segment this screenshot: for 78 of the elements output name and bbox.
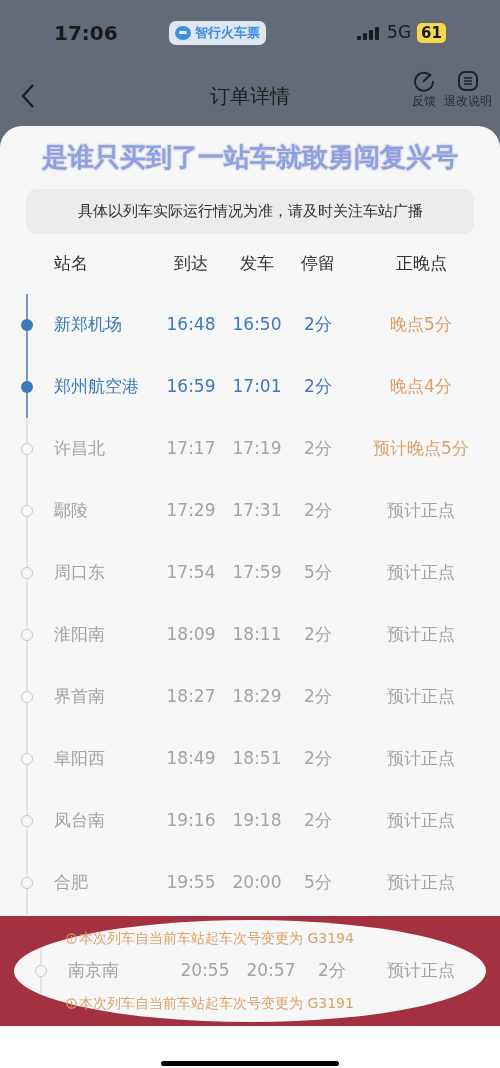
arrival-time: 18:27 — [165, 684, 217, 708]
sticker-caption: 是谁只买到了一站车就敢勇闯复兴号 — [42, 141, 458, 174]
station-name: 南京南 — [68, 958, 120, 982]
station-name: 淮阳南 — [54, 622, 106, 646]
edit-circle-icon — [413, 70, 435, 92]
departure-time: 17:59 — [231, 560, 283, 584]
arrival-time: 19:16 — [165, 808, 217, 832]
departure-time: 17:19 — [231, 436, 283, 460]
notice-banner: 具体以列车实际运行情况为准，请及时关注车站广播 — [26, 189, 474, 234]
departure-time: 17:01 — [231, 374, 283, 398]
feedback-button[interactable]: 反馈 — [412, 70, 436, 110]
departure-time: 20:57 — [245, 958, 297, 982]
document-icon — [457, 70, 479, 92]
info-icon — [66, 932, 77, 944]
arrival-time: 18:09 — [165, 622, 217, 646]
departure-time: 17:31 — [231, 498, 283, 522]
column-header: 停留 — [300, 251, 336, 275]
stop-duration: 2分 — [303, 622, 333, 646]
station-name: 郑州航空港 — [54, 374, 140, 398]
stop-duration: 2分 — [303, 312, 333, 336]
arrival-time: 18:49 — [165, 746, 217, 770]
departure-time: 16:50 — [231, 312, 283, 336]
clock: 17:06 — [54, 20, 118, 47]
delay-status: 预计正点 — [386, 746, 456, 770]
delay-status: 预计晚点5分 — [372, 436, 470, 460]
column-header: 发车 — [239, 251, 275, 275]
delay-status: 预计正点 — [386, 684, 456, 708]
info-icon — [66, 997, 77, 1009]
arrival-time: 16:48 — [165, 312, 217, 336]
stop-duration: 2分 — [303, 684, 333, 708]
column-header: 站名 — [54, 251, 89, 275]
column-header: 正晚点 — [394, 251, 448, 275]
refund-info-button[interactable]: 退改说明 — [444, 70, 492, 110]
arrival-time: 16:59 — [165, 374, 217, 398]
column-header: 到达 — [173, 251, 209, 275]
station-name: 新郑机场 — [54, 312, 123, 336]
delay-status: 预计正点 — [386, 808, 456, 832]
page-title: 订单详情 — [210, 83, 290, 110]
delay-status: 预计正点 — [386, 622, 456, 646]
departure-time: 19:18 — [231, 808, 283, 832]
arrival-time: 19:55 — [165, 870, 217, 894]
network-label: 5G — [387, 21, 412, 45]
delay-status: 晚点5分 — [389, 312, 453, 336]
station-name: 阜阳西 — [54, 746, 106, 770]
stop-duration: 2分 — [303, 746, 333, 770]
back-icon[interactable] — [20, 83, 36, 109]
train-logo-icon — [174, 26, 191, 40]
departure-time: 18:51 — [231, 746, 283, 770]
stop-duration: 2分 — [303, 808, 333, 832]
arrival-time: 17:54 — [165, 560, 217, 584]
delay-status: 预计正点 — [386, 870, 456, 894]
train-number-change-note: 本次列车自当前车站起车次号变更为 G3191 — [79, 993, 354, 1013]
station-name: 凤台南 — [54, 808, 106, 832]
stop-duration: 2分 — [317, 958, 347, 982]
signal-icon — [357, 26, 382, 40]
stop-duration: 5分 — [303, 870, 333, 894]
departure-time: 18:29 — [231, 684, 283, 708]
delay-status: 预计正点 — [386, 498, 456, 522]
stop-duration: 2分 — [303, 498, 333, 522]
station-name: 合肥 — [54, 870, 89, 894]
station-name: 周口东 — [54, 560, 106, 584]
station-name: 界首南 — [54, 684, 106, 708]
train-number-change-note: 本次列车自当前车站起车次号变更为 G3194 — [79, 928, 354, 948]
delay-status: 预计正点 — [386, 560, 456, 584]
stop-duration: 5分 — [303, 560, 333, 584]
battery-indicator: 61 — [417, 23, 446, 43]
app-badge: 智行火车票 — [168, 21, 266, 45]
departure-time: 20:00 — [231, 870, 283, 894]
arrival-time: 17:17 — [165, 436, 217, 460]
stop-duration: 2分 — [303, 374, 333, 398]
station-name: 许昌北 — [54, 436, 106, 460]
delay-status: 晚点4分 — [389, 374, 453, 398]
delay-status: 预计正点 — [386, 958, 456, 982]
stop-duration: 2分 — [303, 436, 333, 460]
station-name: 鄢陵 — [54, 498, 89, 522]
arrival-time: 20:55 — [179, 958, 231, 982]
arrival-time: 17:29 — [165, 498, 217, 522]
departure-time: 18:11 — [231, 622, 283, 646]
